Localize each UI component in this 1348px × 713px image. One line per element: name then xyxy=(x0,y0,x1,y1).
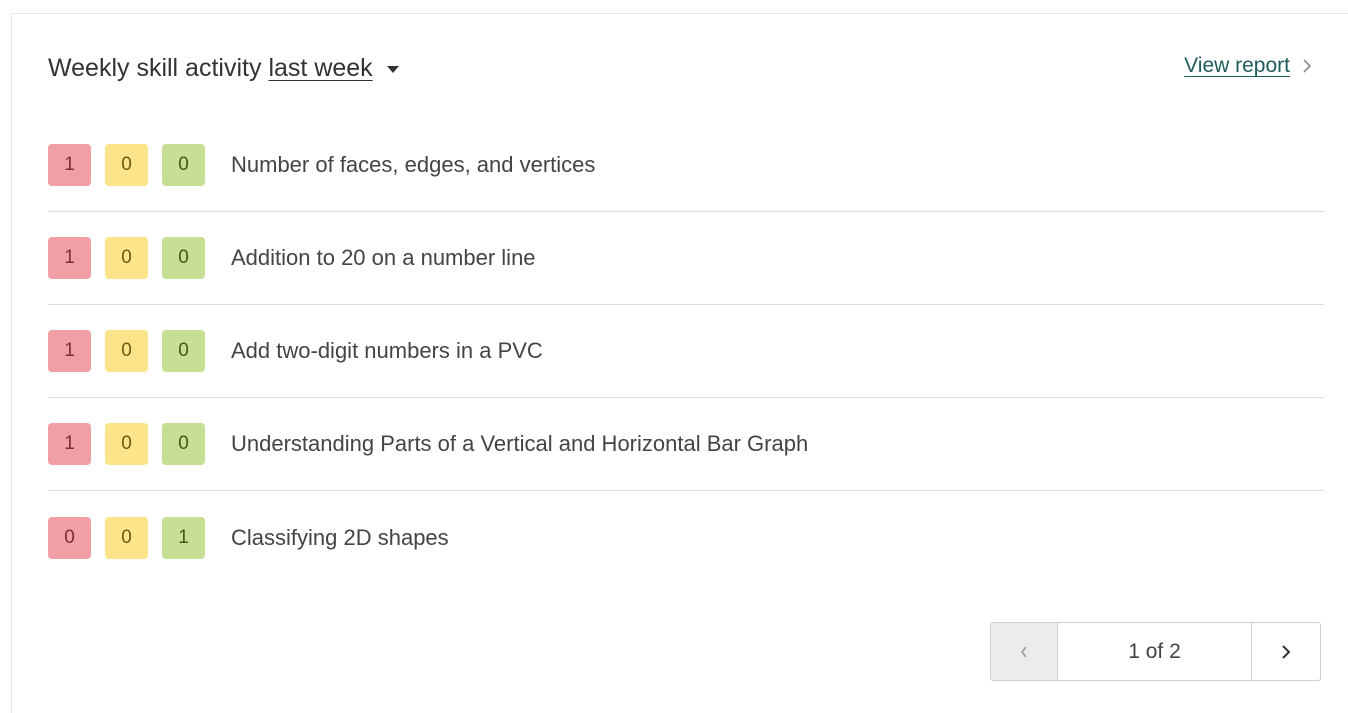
yellow-count-badge: 0 xyxy=(105,144,148,186)
skill-name[interactable]: Classifying 2D shapes xyxy=(231,525,449,551)
skill-row: 1 0 0 Number of faces, edges, and vertic… xyxy=(48,119,1324,212)
skill-list: 1 0 0 Number of faces, edges, and vertic… xyxy=(48,119,1324,584)
page-indicator: 1 of 2 xyxy=(1128,639,1181,663)
prev-page-button[interactable] xyxy=(991,623,1058,680)
red-count-badge: 0 xyxy=(48,516,91,559)
skill-name[interactable]: Add two-digit numbers in a PVC xyxy=(231,338,543,364)
green-count-badge: 0 xyxy=(162,423,205,465)
weekly-skill-activity-card: Weekly skill activity last week View rep… xyxy=(11,13,1348,713)
yellow-count-badge: 0 xyxy=(105,516,148,559)
period-dropdown-label[interactable]: last week xyxy=(268,54,372,83)
next-page-button[interactable] xyxy=(1251,623,1320,680)
red-count-badge: 1 xyxy=(48,144,91,186)
yellow-count-badge: 0 xyxy=(105,330,148,372)
card-title: Weekly skill activity xyxy=(48,53,262,82)
chevron-left-icon xyxy=(1020,646,1027,657)
skill-name[interactable]: Number of faces, edges, and vertices xyxy=(231,152,595,178)
skill-row: 0 0 1 Classifying 2D shapes xyxy=(48,491,1324,584)
skill-name[interactable]: Addition to 20 on a number line xyxy=(231,245,536,271)
chevron-right-icon xyxy=(1303,59,1312,73)
red-count-badge: 1 xyxy=(48,237,91,279)
view-report-link[interactable]: View report xyxy=(1184,54,1312,78)
yellow-count-badge: 0 xyxy=(105,237,148,279)
view-report-label[interactable]: View report xyxy=(1184,54,1290,78)
red-count-badge: 1 xyxy=(48,423,91,465)
skill-row: 1 0 0 Understanding Parts of a Vertical … xyxy=(48,398,1324,491)
pagination: 1 of 2 xyxy=(990,622,1321,681)
green-count-badge: 1 xyxy=(162,516,205,559)
red-count-badge: 1 xyxy=(48,330,91,372)
skill-row: 1 0 0 Addition to 20 on a number line xyxy=(48,212,1324,305)
card-header: Weekly skill activity last week xyxy=(48,52,399,84)
chevron-right-icon xyxy=(1282,644,1291,659)
yellow-count-badge: 0 xyxy=(105,423,148,465)
green-count-badge: 0 xyxy=(162,144,205,186)
green-count-badge: 0 xyxy=(162,237,205,279)
skill-row: 1 0 0 Add two-digit numbers in a PVC xyxy=(48,305,1324,398)
skill-name[interactable]: Understanding Parts of a Vertical and Ho… xyxy=(231,431,808,457)
caret-down-icon[interactable] xyxy=(386,66,399,73)
green-count-badge: 0 xyxy=(162,330,205,372)
